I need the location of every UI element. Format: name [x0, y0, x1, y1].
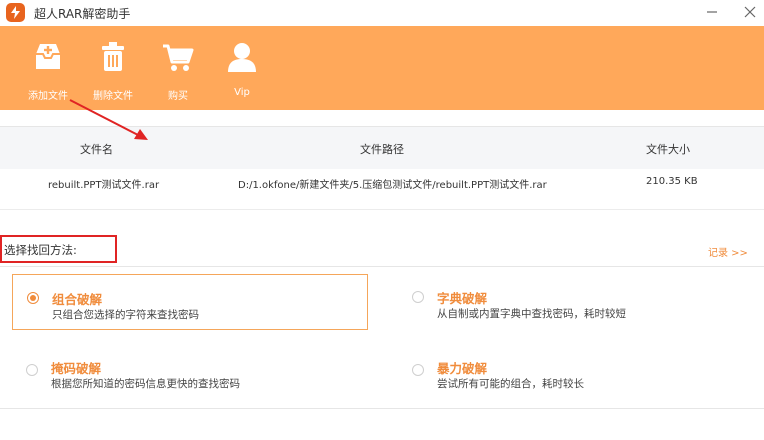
annotation-arrow-icon — [69, 99, 148, 140]
annotation-box — [0, 235, 117, 263]
